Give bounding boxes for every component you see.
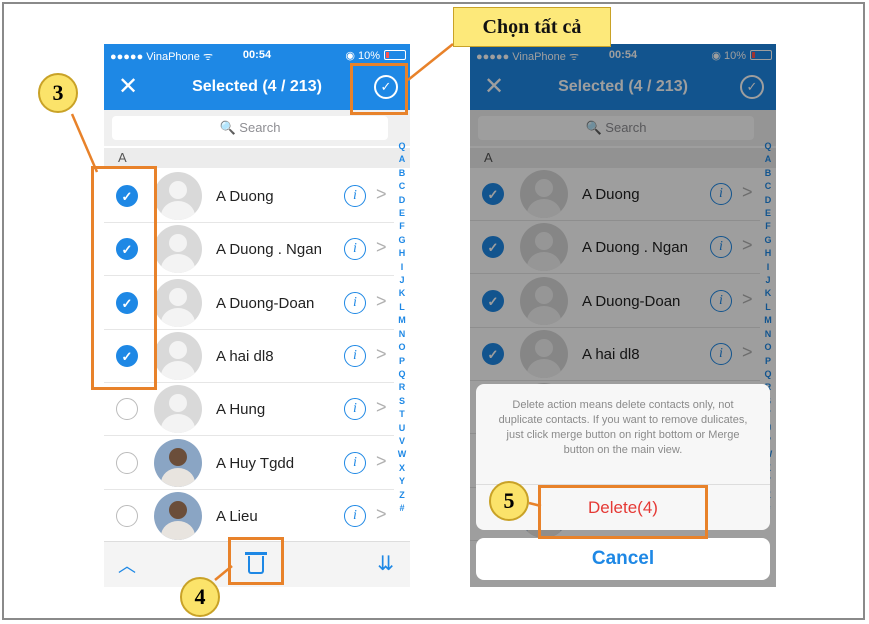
avatar-head (169, 340, 187, 359)
avatar (154, 331, 202, 380)
contact-name: A Lieu (216, 507, 258, 525)
index-letter[interactable]: K (396, 287, 408, 300)
index-letter[interactable]: D (396, 194, 408, 207)
info-icon[interactable]: i (344, 185, 366, 207)
index-letter[interactable]: V (396, 435, 408, 448)
index-letter[interactable]: L (396, 301, 408, 314)
index-letter[interactable]: # (396, 502, 408, 515)
index-letter[interactable]: I (396, 261, 408, 274)
avatar (154, 172, 202, 220)
index-letter[interactable]: U (396, 422, 408, 435)
index-letter[interactable]: X (396, 462, 408, 475)
alphabet-index[interactable]: QABCDEFGHIJKLMNOPQRSTUVWXYZ# (396, 140, 408, 515)
avatar (154, 438, 202, 487)
info-icon[interactable]: i (344, 344, 366, 367)
highlight-select-all (350, 63, 408, 115)
search-bar: 🔍 Search (104, 110, 410, 146)
avatar-body (161, 414, 195, 434)
avatar-body (161, 360, 195, 380)
index-letter[interactable]: Q (396, 368, 408, 381)
index-letter[interactable]: G (396, 234, 408, 247)
index-letter[interactable]: B (396, 167, 408, 180)
contact-row[interactable]: A Huy Tgdd i > (104, 436, 394, 490)
step-badge-3: 3 (38, 73, 78, 113)
contact-name: A hai dl8 (216, 347, 274, 365)
scroll-up-icon[interactable]: ︿ (118, 552, 136, 578)
select-all-callout: Chọn tất cả (453, 7, 611, 47)
chevron-right-icon: > (376, 503, 387, 524)
contact-name: A Duong-Doan (216, 294, 315, 312)
highlight-trash (228, 537, 284, 585)
battery-icon (384, 50, 406, 60)
contact-row[interactable]: A Hung i > (104, 383, 394, 437)
step-badge-5: 5 (489, 481, 529, 521)
contact-name: A Hung (216, 401, 266, 419)
index-letter[interactable]: C (396, 180, 408, 193)
highlight-delete (538, 485, 708, 539)
chevron-right-icon: > (376, 184, 387, 204)
index-letter[interactable]: P (396, 355, 408, 368)
index-letter[interactable]: S (396, 395, 408, 408)
avatar-head (169, 234, 187, 253)
contact-checkbox[interactable] (116, 504, 138, 527)
index-letter[interactable]: H (396, 247, 408, 260)
index-letter[interactable]: A (396, 153, 408, 166)
step-badge-4: 4 (180, 577, 220, 617)
contact-name: A Duong . Ngan (216, 241, 322, 259)
avatar-head (169, 181, 187, 199)
index-letter[interactable]: F (396, 220, 408, 233)
chevron-right-icon: > (376, 343, 387, 364)
avatar-head (169, 287, 187, 306)
contact-row[interactable]: A Lieu i > (104, 489, 394, 543)
info-icon[interactable]: i (344, 238, 366, 261)
info-icon[interactable]: i (344, 291, 366, 314)
avatar-body (161, 201, 195, 220)
section-header: A (104, 148, 410, 168)
index-letter[interactable]: O (396, 341, 408, 354)
index-letter[interactable]: T (396, 408, 408, 421)
avatar-body (161, 520, 195, 540)
info-icon[interactable]: i (344, 451, 366, 474)
chevron-right-icon: > (376, 237, 387, 258)
index-letter[interactable]: E (396, 207, 408, 220)
cancel-button[interactable]: Cancel (476, 538, 770, 580)
chevron-right-icon: > (376, 450, 387, 471)
chevron-right-icon: > (376, 397, 387, 418)
index-letter[interactable]: Z (396, 489, 408, 502)
avatar (154, 278, 202, 327)
index-letter[interactable]: W (396, 448, 408, 461)
avatar (154, 491, 202, 540)
index-letter[interactable]: Q (396, 140, 408, 153)
index-letter[interactable]: R (396, 381, 408, 394)
index-letter[interactable]: J (396, 274, 408, 287)
contact-name: A Huy Tgdd (216, 454, 295, 472)
search-input[interactable]: 🔍 Search (112, 116, 388, 140)
contact-checkbox[interactable] (116, 398, 138, 421)
index-letter[interactable]: M (396, 314, 408, 327)
avatar-body (161, 254, 195, 274)
highlight-checkboxes (91, 166, 157, 390)
contact-checkbox[interactable] (116, 451, 138, 474)
index-letter[interactable]: N (396, 328, 408, 341)
battery-label: ◉ 10% (345, 50, 380, 62)
merge-icon[interactable]: ⇊ (377, 551, 394, 576)
contact-name: A Duong (216, 188, 274, 205)
avatar-body (161, 467, 195, 487)
index-letter[interactable]: Y (396, 475, 408, 488)
info-icon[interactable]: i (344, 398, 366, 421)
avatar (154, 225, 202, 274)
avatar (154, 385, 202, 434)
action-sheet-message: Delete action means delete contacts only… (498, 399, 748, 456)
avatar-body (161, 307, 195, 327)
avatar-head (169, 500, 187, 519)
info-icon[interactable]: i (344, 504, 366, 527)
avatar-head (169, 447, 187, 466)
chevron-right-icon: > (376, 290, 387, 311)
avatar-head (169, 394, 187, 413)
